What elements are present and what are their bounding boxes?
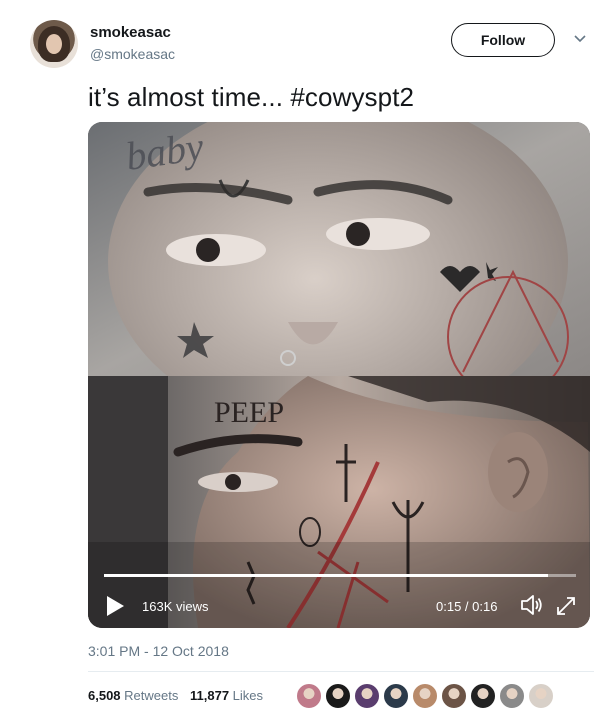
likes-count: 11,877: [190, 688, 230, 703]
liker-avatar[interactable]: [412, 683, 438, 709]
likes-stat[interactable]: 11,877 Likes: [190, 688, 263, 703]
follow-button[interactable]: Follow: [451, 23, 555, 57]
liker-avatar[interactable]: [354, 683, 380, 709]
bottom-tattoo-text: PEEP: [214, 396, 284, 429]
liker-avatars: [296, 683, 557, 709]
volume-icon[interactable]: [518, 592, 544, 618]
video-progress-fill: [104, 574, 548, 577]
liker-avatar[interactable]: [441, 683, 467, 709]
tweet-timestamp[interactable]: 3:01 PM - 12 Oct 2018: [88, 643, 229, 659]
likes-label: Likes: [232, 688, 264, 703]
display-name[interactable]: smokeasac: [90, 24, 171, 41]
video-time: 0:15 / 0:16: [436, 599, 498, 614]
avatar[interactable]: [30, 20, 78, 68]
retweets-label: Retweets: [124, 688, 179, 703]
liker-avatar[interactable]: [296, 683, 322, 709]
video-progress-bar[interactable]: [104, 574, 576, 577]
retweets-count: 6,508: [88, 688, 121, 703]
tweet-stats: 6,508 Retweets 11,877 Likes: [88, 688, 271, 703]
liker-avatar[interactable]: [325, 683, 351, 709]
chevron-down-icon[interactable]: [574, 34, 586, 44]
avatar-face: [46, 34, 62, 54]
video-frame: baby PEEP: [88, 122, 590, 628]
tweet-text: it’s almost time... #cowyspt2: [88, 82, 415, 112]
tweet-header: smokeasac @smokeasac Follow: [0, 0, 614, 80]
divider: [88, 671, 594, 672]
liker-avatar[interactable]: [470, 683, 496, 709]
view-count: 163K views: [142, 599, 209, 614]
fullscreen-icon[interactable]: [554, 594, 578, 618]
liker-avatar[interactable]: [383, 683, 409, 709]
play-icon[interactable]: [104, 594, 126, 618]
retweets-stat[interactable]: 6,508 Retweets: [88, 688, 178, 703]
liker-avatar[interactable]: [499, 683, 525, 709]
video-player[interactable]: baby PEEP 163K views 0:15 / 0:16: [88, 122, 590, 628]
user-handle[interactable]: @smokeasac: [90, 46, 175, 62]
liker-avatar[interactable]: [528, 683, 554, 709]
